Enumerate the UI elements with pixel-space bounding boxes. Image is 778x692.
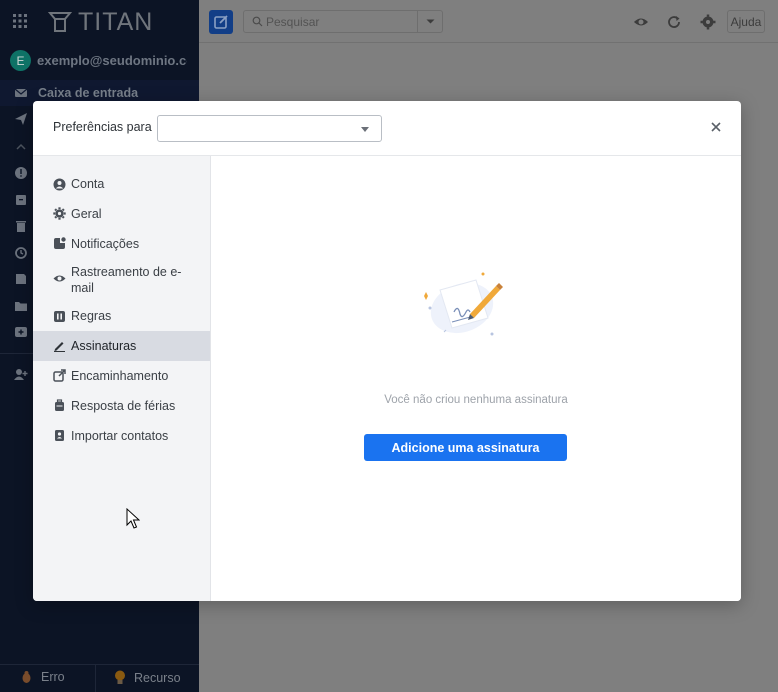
sidebar-footer: Erro Recurso xyxy=(0,664,199,692)
top-toolbar: Pesquisar Ajuda xyxy=(199,0,778,43)
signature-illustration xyxy=(424,272,503,336)
feature-request-button[interactable]: Recurso xyxy=(114,670,181,685)
modal-header: Preferências para xyxy=(33,101,741,156)
chevron-down-icon xyxy=(361,127,369,132)
send-icon[interactable] xyxy=(14,112,28,126)
close-icon[interactable] xyxy=(709,120,723,134)
titan-logo-icon xyxy=(48,12,72,32)
compose-icon xyxy=(214,15,228,29)
chevron-up-icon[interactable] xyxy=(14,140,28,154)
signatures-panel: Você não criou nenhuma assinatura Adicio… xyxy=(211,156,741,601)
sidebar-item-label: Caixa de entrada xyxy=(38,86,139,100)
help-button[interactable]: Ajuda xyxy=(727,10,765,33)
search-options-button[interactable] xyxy=(417,11,442,32)
nav-item-label: Assinaturas xyxy=(71,339,137,353)
app-logo: TITAN xyxy=(48,8,153,36)
refresh-icon[interactable] xyxy=(666,14,682,30)
nav-item-notificacoes[interactable]: Notificações xyxy=(33,230,210,258)
nav-item-label: Encaminhamento xyxy=(71,369,169,383)
footer-divider xyxy=(95,665,96,692)
nav-item-encaminhamento[interactable]: Encaminhamento xyxy=(33,362,210,390)
search-icon xyxy=(252,16,263,27)
add-folder-icon[interactable] xyxy=(14,325,28,339)
snooze-icon[interactable] xyxy=(14,246,28,260)
preferences-account-select[interactable] xyxy=(157,115,382,142)
search-placeholder: Pesquisar xyxy=(266,15,320,29)
nav-item-assinaturas[interactable]: Assinaturas xyxy=(33,331,210,361)
bug-icon xyxy=(22,671,31,683)
suitcase-icon xyxy=(55,399,64,411)
avatar: E xyxy=(10,50,31,71)
nav-item-ferias[interactable]: Resposta de férias xyxy=(33,392,210,420)
empty-state-text: Você não criou nenhuma assinatura xyxy=(384,394,568,406)
user-circle-icon xyxy=(53,178,66,191)
report-error-button[interactable]: Erro xyxy=(20,670,65,684)
nav-item-label: Importar contatos xyxy=(71,429,169,443)
mouse-cursor-icon xyxy=(126,508,140,529)
nav-item-label: Rastreamento de e-mail xyxy=(71,265,182,295)
lightbulb-icon xyxy=(115,670,125,684)
alert-icon[interactable] xyxy=(14,166,28,180)
trash-icon[interactable] xyxy=(14,219,28,233)
nav-item-importar-contatos[interactable]: Importar contatos xyxy=(33,422,210,450)
error-label: Erro xyxy=(41,670,65,684)
nav-item-conta[interactable]: Conta xyxy=(33,170,210,198)
forward-icon xyxy=(53,369,66,382)
apps-grid-icon[interactable] xyxy=(12,13,28,29)
rules-icon xyxy=(54,311,65,322)
notification-icon xyxy=(54,237,66,249)
nav-item-label: Resposta de férias xyxy=(71,399,176,413)
archive-icon[interactable] xyxy=(14,193,28,207)
account-row[interactable]: E exemplo@seudominio.co... xyxy=(0,47,199,75)
add-contact-icon[interactable] xyxy=(14,367,28,381)
contacts-icon xyxy=(55,430,64,441)
logo-text: TITAN xyxy=(78,7,154,36)
pen-icon xyxy=(54,342,65,352)
eye-icon[interactable] xyxy=(633,14,649,30)
nav-item-label: Geral xyxy=(71,207,102,221)
nav-item-label: Regras xyxy=(71,309,112,323)
nav-item-geral[interactable]: Geral xyxy=(33,200,210,228)
nav-item-label: Conta xyxy=(71,177,105,191)
compose-button[interactable] xyxy=(209,10,233,34)
folder-icon[interactable] xyxy=(14,299,28,313)
search-input[interactable]: Pesquisar xyxy=(243,10,443,33)
eye-icon xyxy=(53,275,66,282)
gear-icon xyxy=(53,207,66,220)
nav-item-label: Notificações xyxy=(71,237,140,251)
preferences-nav: Conta Geral Notificações Rastreamento de… xyxy=(33,156,211,601)
nav-item-rastreamento[interactable]: Rastreamento de e-mail xyxy=(33,260,210,300)
account-email: exemplo@seudominio.co... xyxy=(37,53,187,68)
add-signature-button[interactable]: Adicione uma assinatura xyxy=(364,434,567,461)
chevron-down-icon xyxy=(426,19,435,24)
feature-label: Recurso xyxy=(134,670,181,685)
envelope-icon xyxy=(14,88,28,97)
nav-item-regras[interactable]: Regras xyxy=(33,302,210,330)
settings-gear-icon[interactable] xyxy=(700,14,716,30)
notes-icon[interactable] xyxy=(14,272,28,286)
preferences-for-label: Preferências para xyxy=(53,120,152,134)
